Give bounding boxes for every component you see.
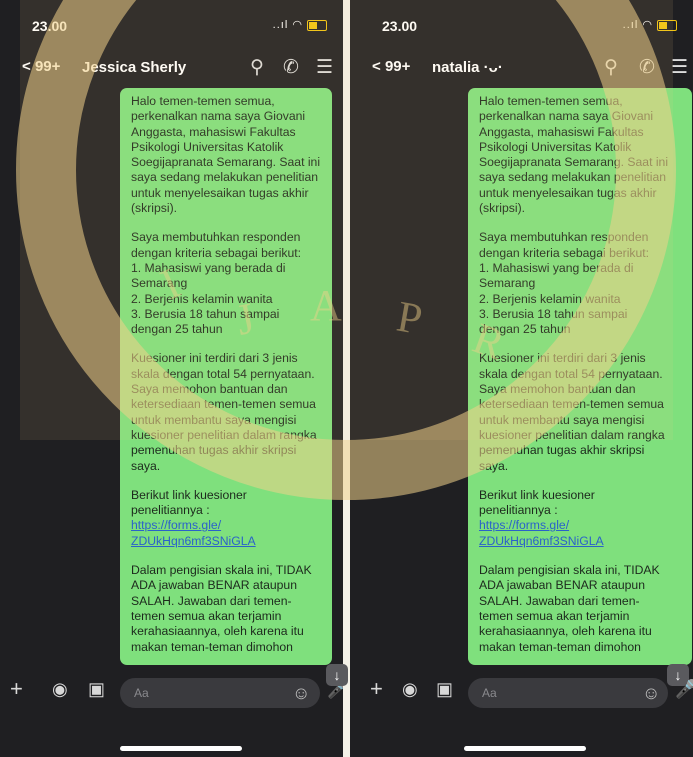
home-indicator	[464, 746, 586, 751]
arrow-down-icon[interactable]: ↓	[326, 664, 348, 686]
image-icon[interactable]: ▣	[436, 679, 453, 700]
message-input[interactable]: Aa	[120, 678, 320, 708]
emoji-icon[interactable]: ☺	[292, 683, 310, 704]
questionnaire-link[interactable]: https://forms.gle/ ZDUkHqn6mf3SNiGLA	[479, 518, 604, 547]
status-bar: 23.00 ..ıl ◠	[0, 0, 343, 44]
image-icon[interactable]: ▣	[88, 679, 105, 700]
camera-icon[interactable]: ◉	[52, 679, 68, 700]
status-time: 23.00	[32, 18, 68, 34]
chat-header: < 99+ Jessica Sherly ⚲ ✆ ☰	[0, 48, 343, 92]
search-icon[interactable]: ⚲	[604, 56, 618, 79]
back-button[interactable]: < 99+	[22, 58, 60, 75]
status-icons: ..ıl ◠	[623, 18, 677, 31]
home-indicator	[120, 746, 242, 751]
message-paragraph: Dalam pengisian skala ini, TIDAK ADA jaw…	[131, 563, 312, 654]
contact-name[interactable]: natalia ·ᴗ·	[432, 59, 503, 76]
message-bubble: Halo temen-temen semua, perkenalkan nama…	[468, 88, 692, 665]
message-paragraph: Dalam pengisian skala ini, TIDAK ADA jaw…	[479, 563, 660, 654]
phone-icon[interactable]: ✆	[639, 56, 655, 79]
battery-icon	[307, 19, 327, 31]
search-icon[interactable]: ⚲	[250, 56, 264, 79]
message-paragraph: Halo temen-temen semua, perkenalkan nama…	[479, 94, 669, 216]
right-chat-screen: 23.00 ..ıl ◠ < 99+ natalia ·ᴗ· ⚲ ✆ ☰ Hal…	[350, 0, 693, 757]
phone-icon[interactable]: ✆	[283, 56, 299, 79]
mic-icon[interactable]: 🎤	[675, 679, 693, 700]
message-paragraph: Saya membutuhkan responden dengan kriter…	[131, 230, 302, 337]
chat-header: < 99+ natalia ·ᴗ· ⚲ ✆ ☰	[350, 48, 693, 92]
status-time: 23.00	[382, 18, 418, 34]
status-icons: ..ıl ◠	[273, 18, 327, 31]
input-bar: + ◉ ▣ Aa ☺ 🎤	[0, 666, 343, 726]
message-paragraph: Saya membutuhkan responden dengan kriter…	[479, 230, 650, 337]
plus-icon[interactable]: +	[370, 676, 383, 702]
camera-icon[interactable]: ◉	[402, 679, 418, 700]
emoji-icon[interactable]: ☺	[642, 683, 660, 704]
signal-icon: ..ıl	[622, 19, 639, 31]
unread-count: 99+	[34, 58, 61, 75]
questionnaire-link[interactable]: https://forms.gle/ ZDUkHqn6mf3SNiGLA	[131, 518, 256, 547]
unread-count: 99+	[384, 58, 411, 75]
message-paragraph: Berikut link kuesioner penelitiannya :	[479, 487, 595, 518]
message-bubble: Halo temen-temen semua, perkenalkan nama…	[120, 88, 332, 665]
menu-icon[interactable]: ☰	[671, 56, 688, 79]
message-paragraph: Kuesioner ini terdiri dari 3 jenis skala…	[131, 351, 317, 473]
plus-icon[interactable]: +	[10, 676, 23, 702]
menu-icon[interactable]: ☰	[316, 56, 333, 79]
battery-icon	[657, 19, 677, 31]
status-bar: 23.00 ..ıl ◠	[350, 0, 693, 44]
message-paragraph: Kuesioner ini terdiri dari 3 jenis skala…	[479, 351, 665, 473]
input-bar: + ◉ ▣ Aa ☺ 🎤	[350, 666, 693, 726]
message-paragraph: Halo temen-temen semua, perkenalkan nama…	[131, 94, 321, 216]
left-chat-screen: 23.00 ..ıl ◠ < 99+ Jessica Sherly ⚲ ✆ ☰ …	[0, 0, 343, 757]
message-paragraph: Berikut link kuesioner penelitiannya :	[131, 487, 247, 518]
signal-icon: ..ıl	[272, 19, 289, 31]
contact-name[interactable]: Jessica Sherly	[82, 59, 186, 76]
message-input[interactable]: Aa	[468, 678, 668, 708]
back-button[interactable]: < 99+	[372, 58, 410, 75]
